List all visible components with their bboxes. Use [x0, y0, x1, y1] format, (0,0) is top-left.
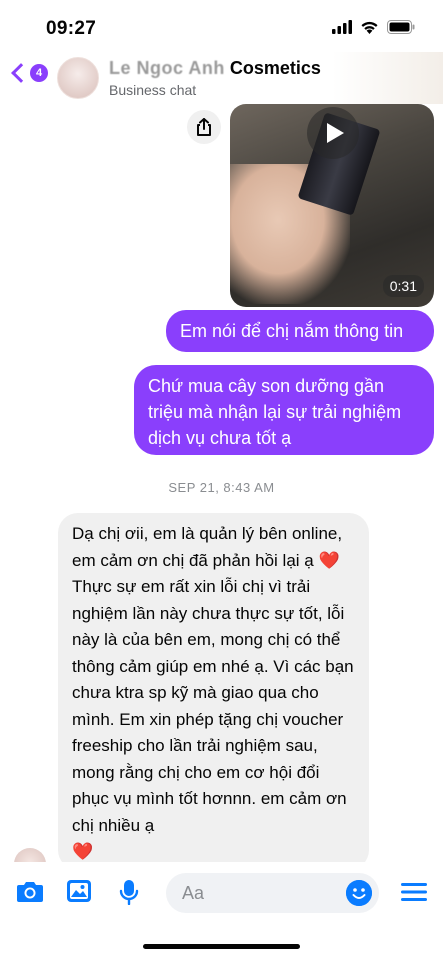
- contact-name[interactable]: Le Ngoc Anh Cosmetics: [109, 58, 321, 79]
- home-indicator: [143, 944, 300, 949]
- incoming-message[interactable]: Dạ chị ơii, em là quản lý bên online, em…: [58, 513, 369, 870]
- unread-count-badge: 4: [30, 64, 48, 82]
- microphone-icon: [119, 880, 139, 906]
- status-bar: 09:27: [0, 0, 443, 52]
- status-time: 09:27: [46, 18, 97, 39]
- menu-button[interactable]: [401, 882, 427, 907]
- voice-button[interactable]: [119, 879, 139, 910]
- camera-icon: [17, 882, 43, 902]
- heart-emoji: ❤️: [72, 842, 94, 861]
- back-chevron-icon: [11, 63, 31, 83]
- battery-icon: [387, 20, 415, 34]
- gallery-icon: [67, 880, 91, 902]
- share-button[interactable]: [187, 110, 221, 144]
- chat-header: 4 Le Ngoc Anh Cosmetics Business chat: [0, 52, 443, 104]
- emoji-button[interactable]: [346, 880, 372, 906]
- outgoing-message[interactable]: Chứ mua cây son dưỡng gần triệu mà nhận …: [134, 365, 434, 455]
- video-message[interactable]: 0:31: [230, 104, 434, 307]
- menu-icon: [401, 883, 427, 901]
- contact-subtitle: Business chat: [109, 82, 197, 98]
- incoming-message-text: Thực sự em rất xin lỗi chị vì trải nghiệ…: [72, 577, 354, 835]
- gallery-button[interactable]: [66, 879, 92, 908]
- video-duration: 0:31: [382, 275, 424, 297]
- status-icons: [332, 20, 415, 34]
- incoming-message-text: Dạ chị ơii, em là quản lý bên online, em…: [72, 524, 343, 570]
- emoji-icon: [346, 880, 372, 906]
- message-timestamp: SEP 21, 8:43 AM: [168, 480, 275, 495]
- signal-icon: [332, 20, 352, 34]
- play-button[interactable]: [307, 107, 359, 159]
- share-icon: [197, 118, 211, 136]
- play-icon: [326, 123, 344, 143]
- heart-emoji: ❤️: [318, 550, 340, 570]
- back-button[interactable]: 4: [8, 63, 48, 83]
- camera-button[interactable]: [16, 879, 44, 908]
- outgoing-message[interactable]: Em nói để chị nắm thông tin: [166, 310, 434, 352]
- wifi-icon: [361, 21, 378, 34]
- contact-name-visible: Cosmetics: [229, 58, 321, 78]
- contact-name-blurred: Le Ngoc Anh: [109, 58, 225, 78]
- contact-avatar[interactable]: [57, 57, 99, 99]
